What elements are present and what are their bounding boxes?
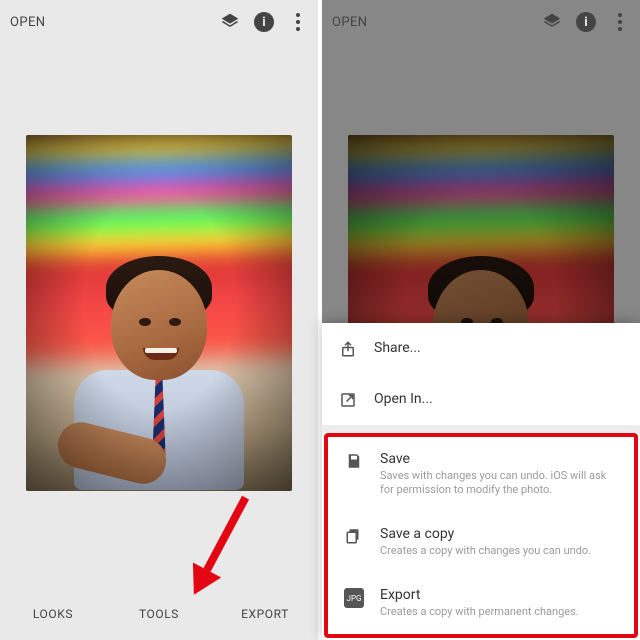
info-icon[interactable]: i — [254, 12, 274, 32]
sheet-item-share[interactable]: Share... — [322, 323, 640, 374]
sheet-item-export[interactable]: JPG Export Creates a copy with permanent… — [328, 573, 634, 634]
annotation-arrow — [190, 496, 259, 603]
sheet-item-open-in[interactable]: Open In... — [322, 374, 640, 425]
open-in-icon — [338, 391, 358, 409]
sheet-item-desc: Creates a copy with changes you can undo… — [380, 544, 618, 559]
open-button: OPEN — [332, 15, 542, 30]
sheet-item-label: Save a copy — [380, 526, 618, 542]
more-icon — [610, 12, 630, 32]
open-button[interactable]: OPEN — [10, 15, 220, 30]
editor-screen-export-sheet: OPEN i — [322, 0, 640, 640]
more-icon[interactable] — [288, 12, 308, 32]
layers-icon[interactable] — [220, 12, 240, 32]
sheet-item-label: Share... — [374, 340, 624, 356]
jpg-icon: JPG — [344, 588, 364, 608]
sheet-item-desc: Saves with changes you can undo. iOS wil… — [380, 469, 618, 499]
tab-export[interactable]: EXPORT — [212, 588, 318, 640]
sheet-divider — [322, 425, 640, 433]
share-icon — [338, 340, 358, 358]
tab-tools[interactable]: TOOLS — [106, 588, 212, 640]
sheet-item-label: Save — [380, 451, 618, 467]
sheet-item-save-copy[interactable]: Save a copy Creates a copy with changes … — [328, 512, 634, 573]
annotation-highlight: Save Saves with changes you can undo. iO… — [324, 433, 638, 638]
info-icon: i — [576, 12, 596, 32]
photo-canvas[interactable] — [26, 135, 292, 491]
tab-looks[interactable]: LOOKS — [0, 588, 106, 640]
sheet-item-label: Open In... — [374, 391, 624, 407]
top-bar: OPEN i — [0, 0, 318, 44]
sheet-item-label: Export — [380, 587, 618, 603]
editor-screen-export-tab: OPEN i LOOKS TOOLS EXPORT — [0, 0, 318, 640]
sheet-item-save[interactable]: Save Saves with changes you can undo. iO… — [328, 437, 634, 513]
sheet-item-desc: Creates a copy with permanent changes. — [380, 605, 618, 620]
bottom-tab-bar: LOOKS TOOLS EXPORT — [0, 588, 318, 640]
save-copy-icon — [344, 527, 364, 545]
layers-icon — [542, 12, 562, 32]
save-icon — [344, 452, 364, 470]
photo-subject — [69, 270, 249, 490]
export-action-sheet: Share... Open In... Save Saves with chan… — [322, 323, 640, 640]
